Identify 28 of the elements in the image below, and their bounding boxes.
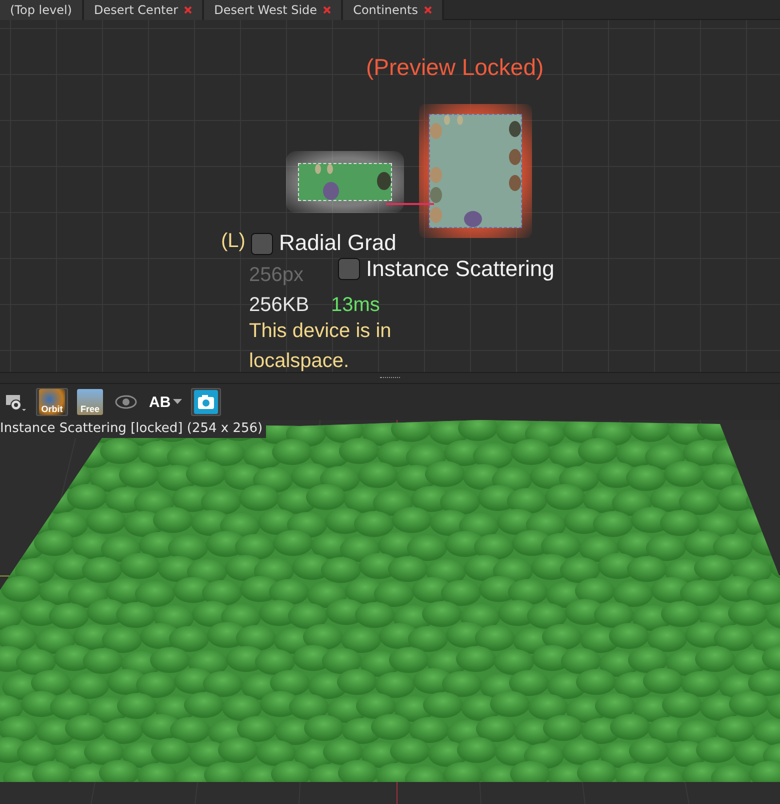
node-checkbox[interactable] — [338, 258, 360, 280]
node-thumbnail[interactable] — [419, 104, 532, 238]
locked-marker: (L) — [221, 230, 246, 253]
node-note: This device is in localspace. — [249, 319, 392, 374]
document-tab[interactable]: (Top level) — [0, 0, 84, 20]
orbit-button[interactable]: Orbit — [36, 388, 68, 416]
document-tab[interactable]: Continents — [343, 0, 444, 20]
document-tab[interactable]: Desert West Side — [204, 0, 344, 20]
node-checkbox[interactable] — [251, 233, 273, 255]
close-icon[interactable] — [424, 6, 432, 14]
viewport-caption: Instance Scattering [locked] (254 x 256) — [0, 420, 266, 438]
node-thumbnail[interactable] — [286, 151, 404, 213]
preview-status: (Preview Locked) — [366, 54, 544, 81]
close-icon[interactable] — [184, 6, 192, 14]
eye-icon — [115, 395, 137, 409]
splitter-grip[interactable] — [380, 376, 400, 380]
memory-label: 256KB — [249, 294, 310, 317]
node-title: Radial Grad — [279, 230, 396, 256]
camera-icon — [194, 390, 218, 414]
time-label: 13ms — [331, 294, 380, 317]
connection-wire — [386, 203, 434, 205]
document-tab[interactable]: Desert Center — [84, 0, 204, 20]
compare-dropdown-button[interactable]: AB — [146, 388, 185, 416]
node-title: Instance Scattering — [366, 256, 554, 282]
close-icon[interactable] — [323, 6, 332, 14]
caret-icon — [172, 399, 182, 405]
snapshot-button[interactable] — [190, 388, 221, 416]
resolution-label: 256px — [249, 264, 304, 287]
